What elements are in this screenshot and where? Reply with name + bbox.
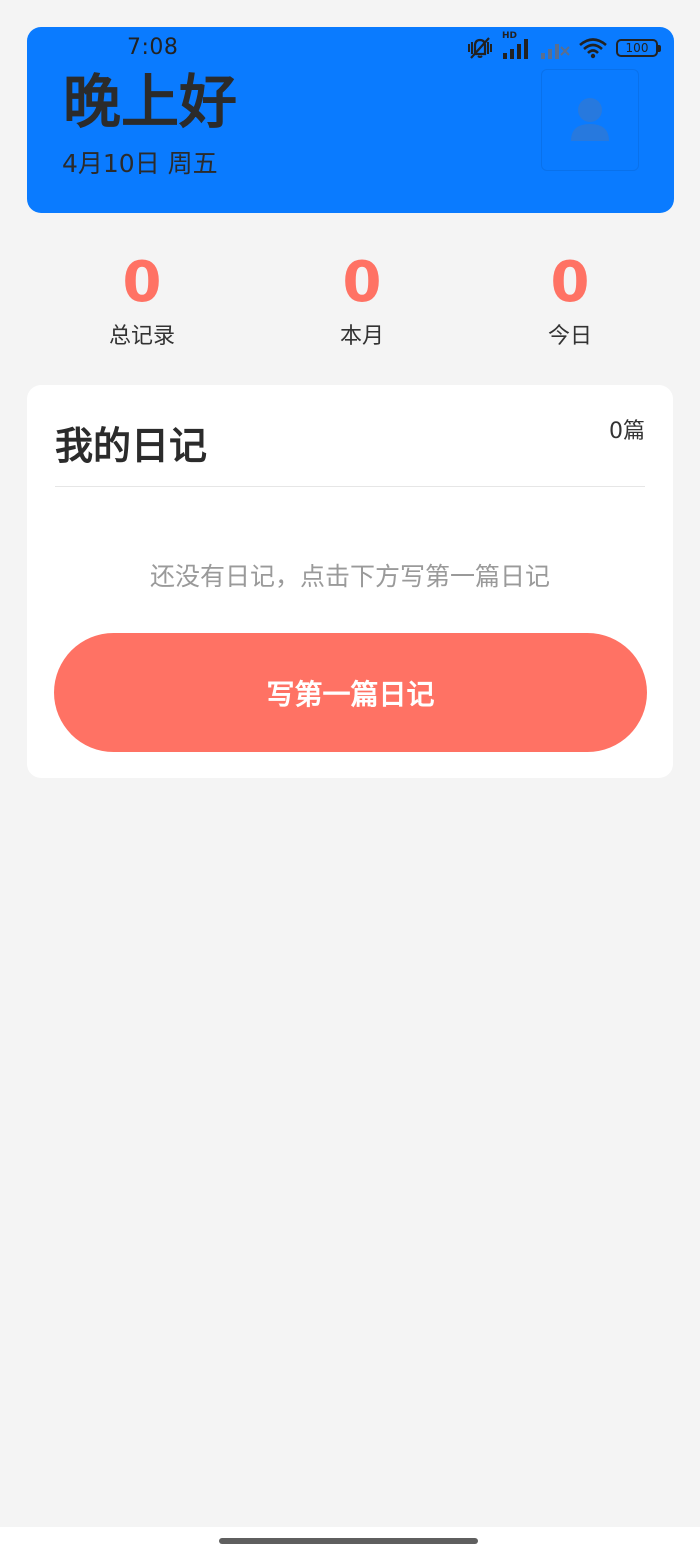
stat-month-label: 本月 (339, 324, 384, 349)
avatar-button[interactable] (541, 69, 639, 171)
divider (55, 486, 645, 487)
greeting-title: 晚上好 (63, 68, 238, 136)
signal-no-service-icon (540, 37, 570, 59)
status-icons: HD 100 (466, 31, 661, 60)
stat-total-value: 0 (122, 250, 162, 315)
stat-month-value: 0 (342, 250, 382, 315)
stat-today-value: 0 (550, 250, 590, 315)
stat-today: 0 今日 (500, 250, 640, 350)
stat-month: 0 本月 (292, 250, 432, 350)
stat-total: 0 总记录 (72, 250, 212, 350)
battery-icon: 100 (616, 39, 661, 57)
status-time: 7:08 (127, 35, 179, 60)
home-indicator[interactable] (219, 1538, 478, 1544)
header-date: 4月10日 周五 (62, 149, 218, 178)
stat-today-label: 今日 (547, 324, 592, 349)
diary-card: 我的日记 0篇 还没有日记，点击下方写第一篇日记 写第一篇日记 (27, 385, 673, 778)
diary-count: 0篇 (609, 419, 645, 444)
diary-title: 我的日记 (55, 424, 208, 468)
wifi-icon (578, 37, 608, 59)
empty-message: 还没有日记，点击下方写第一篇日记 (149, 562, 550, 591)
signal-icon: HD (502, 31, 532, 59)
hd-badge: HD (502, 31, 518, 41)
mute-vibrate-icon (466, 36, 494, 60)
user-avatar-icon (568, 93, 612, 147)
stat-total-label: 总记录 (108, 324, 175, 349)
write-first-diary-button[interactable]: 写第一篇日记 (54, 633, 647, 752)
app-screen: 7:08 HD 100 晚上好 4月10日 周五 0 总记录 0 本月 0 今日… (0, 0, 700, 1555)
